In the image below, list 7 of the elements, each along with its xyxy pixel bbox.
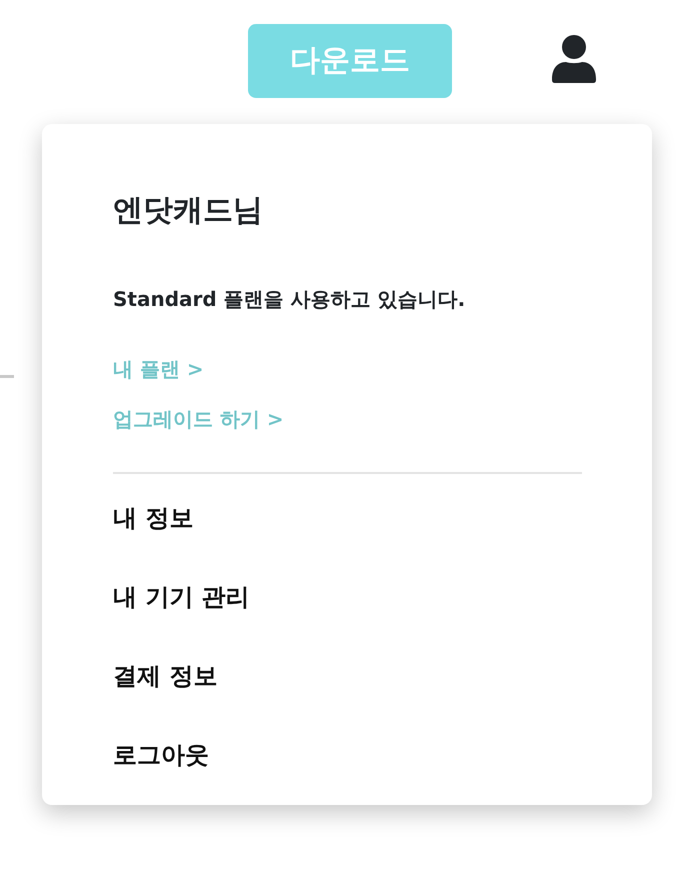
menu-item[interactable]: 내 기기 관리 [113,578,250,614]
menu-item[interactable]: 로그아웃 [113,736,209,772]
menu-item[interactable]: 결제 정보 [113,658,218,694]
user-icon[interactable] [552,35,596,83]
plan-description: Standard 플랜을 사용하고 있습니다. [113,286,466,312]
user-greeting: 엔닷캐드님 [113,192,264,230]
menu-item[interactable]: 내 정보 [113,500,194,536]
